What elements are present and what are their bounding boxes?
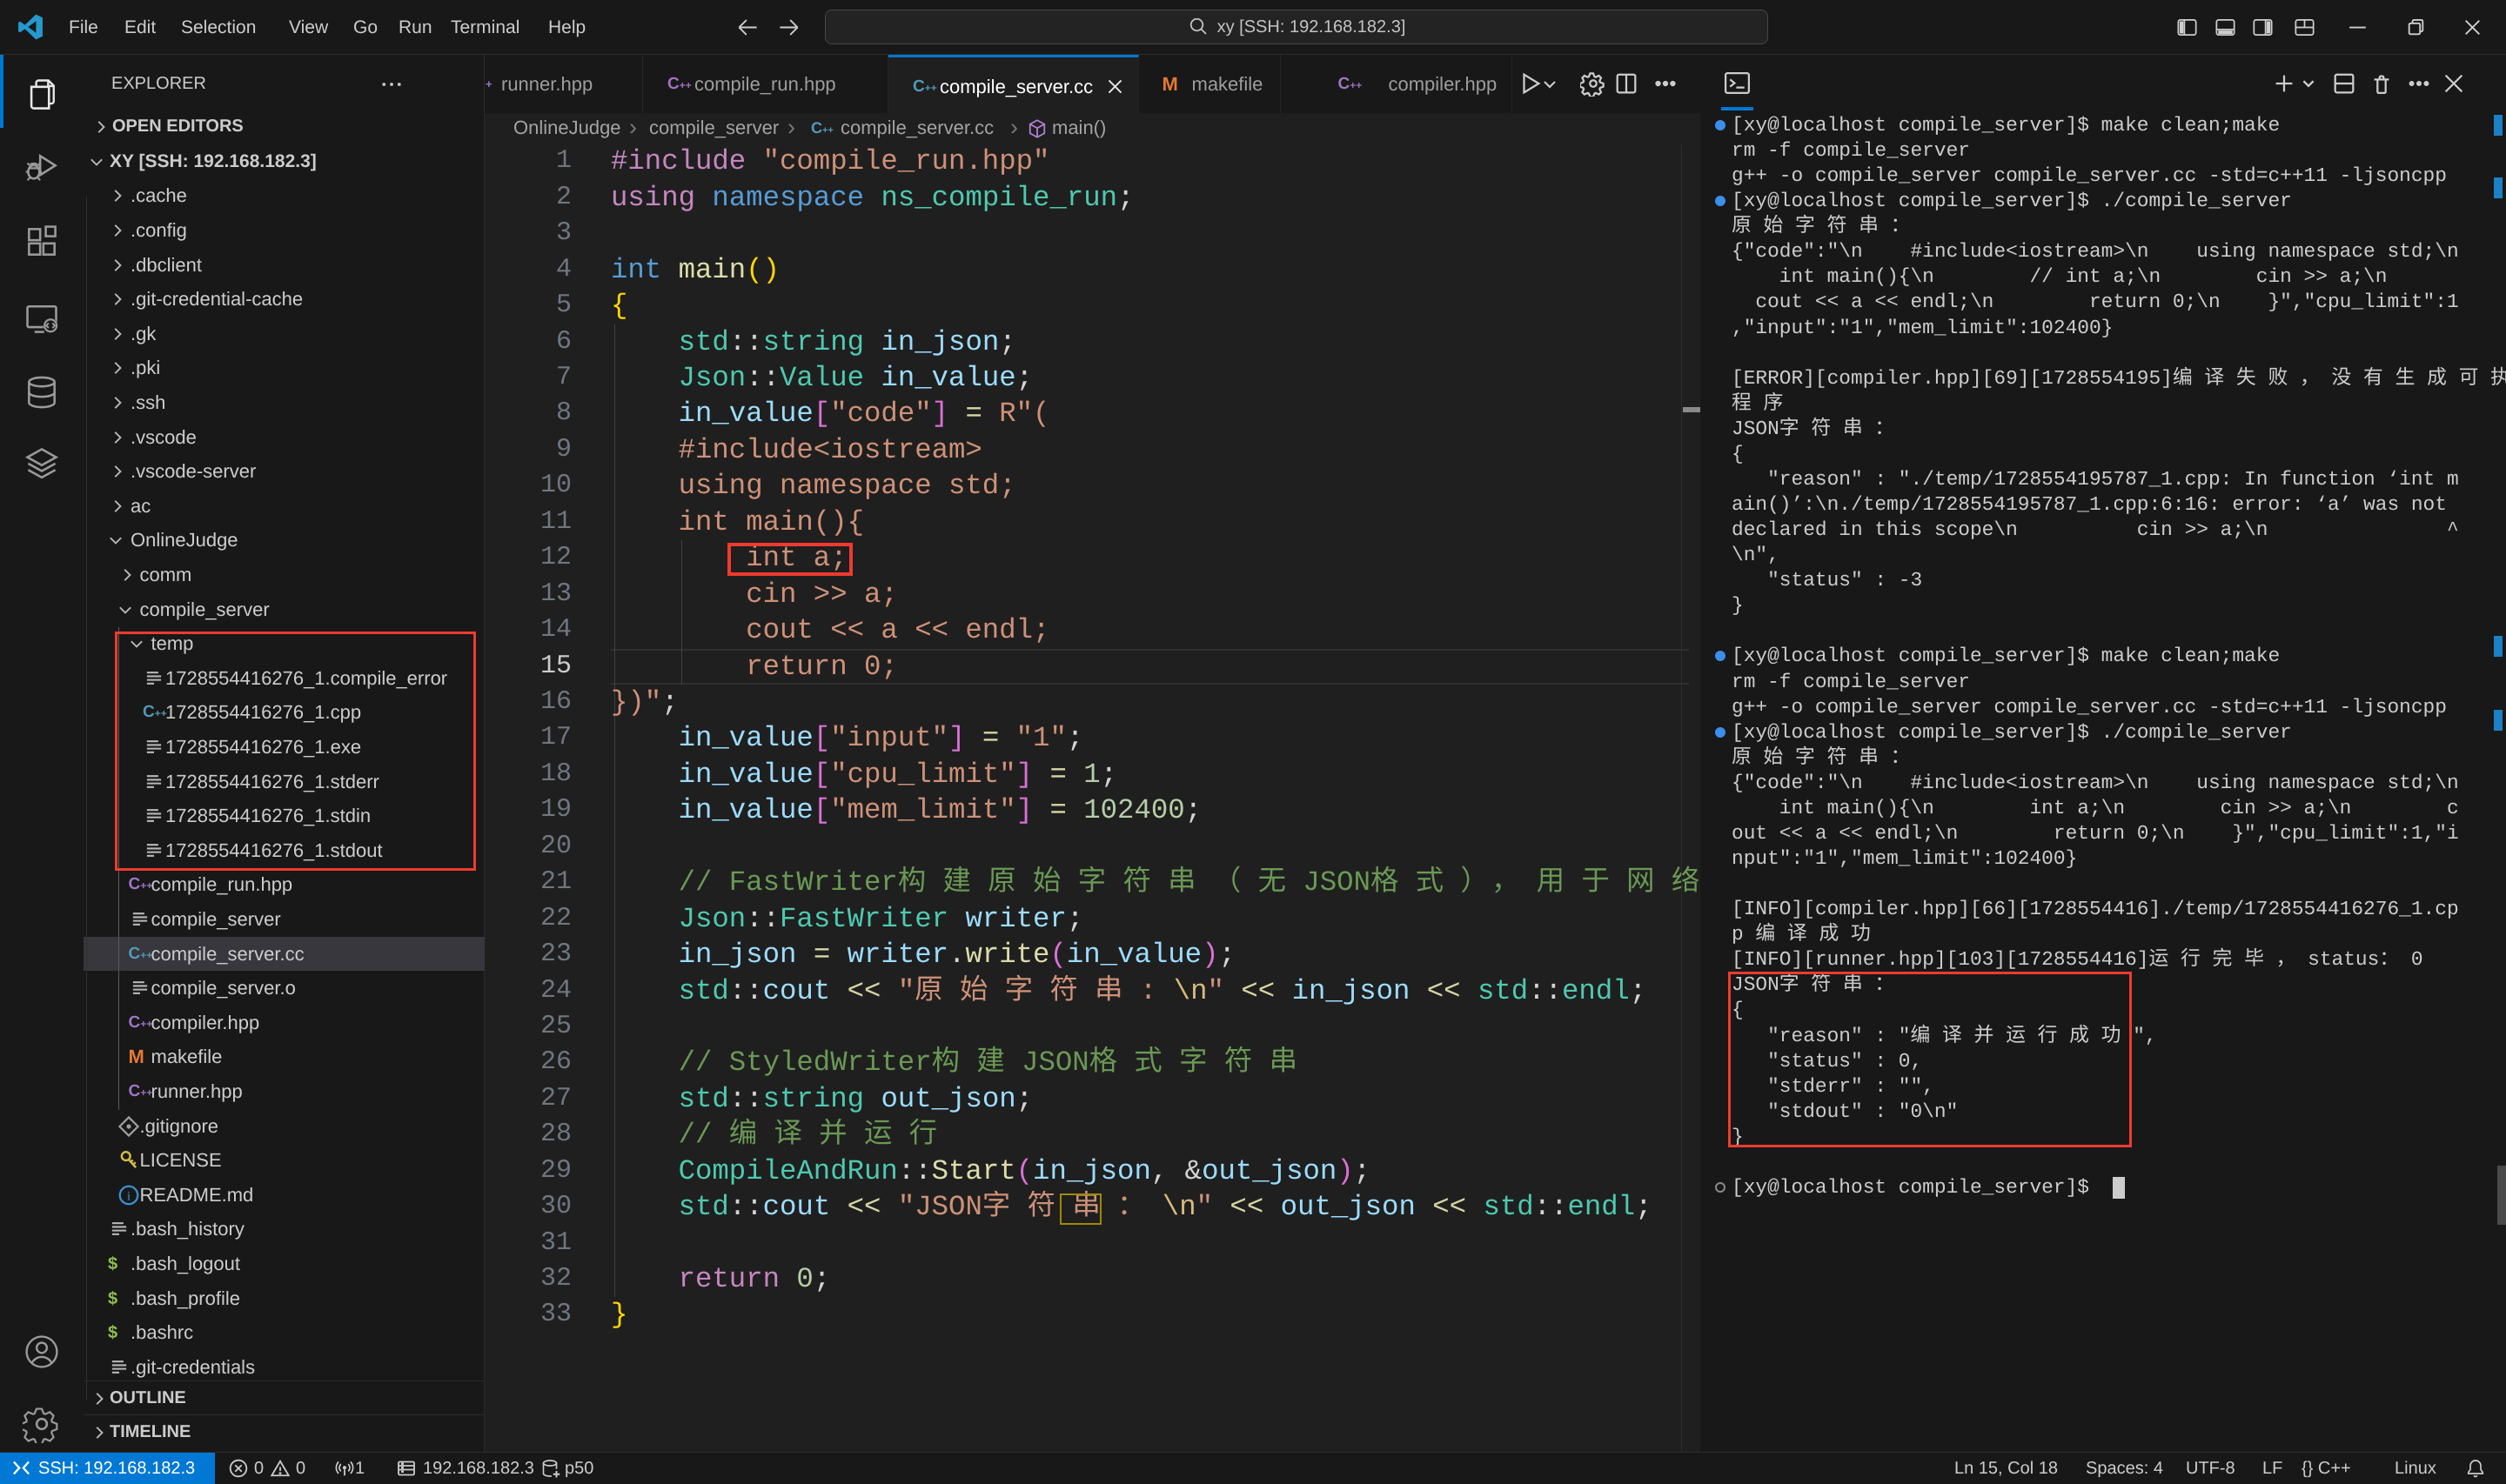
svg-text:i: i (126, 1188, 131, 1202)
